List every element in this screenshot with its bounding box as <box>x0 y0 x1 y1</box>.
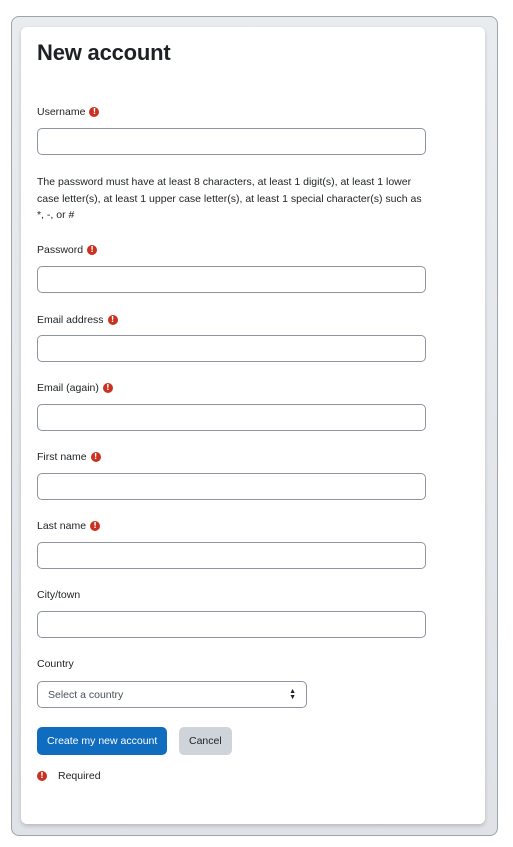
required-icon: ! <box>89 107 100 117</box>
sort-caret-icon: ▲ ▼ <box>289 687 296 701</box>
cancel-button[interactable]: Cancel <box>179 727 232 755</box>
required-icon: ! <box>107 315 118 325</box>
firstname-label: First name ! <box>37 451 101 463</box>
lastname-label-text: Last name <box>37 520 87 532</box>
email-input[interactable] <box>37 335 426 362</box>
required-icon: ! <box>102 383 113 393</box>
required-icon: ! <box>90 521 101 531</box>
password-label-text: Password <box>37 244 84 256</box>
lastname-input[interactable] <box>37 542 426 569</box>
username-label-text: Username <box>37 106 86 118</box>
create-account-button[interactable]: Create my new account <box>37 727 168 755</box>
country-selected-value: Select a country <box>48 688 124 701</box>
required-legend: ! Required <box>37 770 101 782</box>
email-label: Email address ! <box>37 314 118 326</box>
email-again-input[interactable] <box>37 404 426 431</box>
lastname-label: Last name ! <box>37 520 101 532</box>
required-icon: ! <box>37 771 47 781</box>
firstname-input[interactable] <box>37 473 426 500</box>
username-label: Username ! <box>37 106 100 118</box>
password-policy-text: The password must have at least 8 charac… <box>37 176 422 221</box>
email-again-label: Email (again) ! <box>37 382 113 394</box>
email-again-label-text: Email (again) <box>37 382 99 394</box>
page-title: New account <box>37 40 171 65</box>
city-input[interactable] <box>37 611 426 638</box>
required-icon: ! <box>90 452 101 462</box>
country-label: Country <box>37 658 74 670</box>
required-icon: ! <box>87 245 98 255</box>
city-label: City/town <box>37 589 80 601</box>
country-select[interactable]: Select a country ▲ ▼ <box>37 681 307 708</box>
password-input[interactable] <box>37 266 426 293</box>
username-input[interactable] <box>37 128 426 155</box>
password-label: Password ! <box>37 244 98 256</box>
email-label-text: Email address <box>37 314 104 326</box>
required-legend-text: Required <box>58 770 101 782</box>
city-label-text: City/town <box>37 589 81 601</box>
firstname-label-text: First name <box>37 451 87 463</box>
country-label-text: Country <box>37 658 74 670</box>
